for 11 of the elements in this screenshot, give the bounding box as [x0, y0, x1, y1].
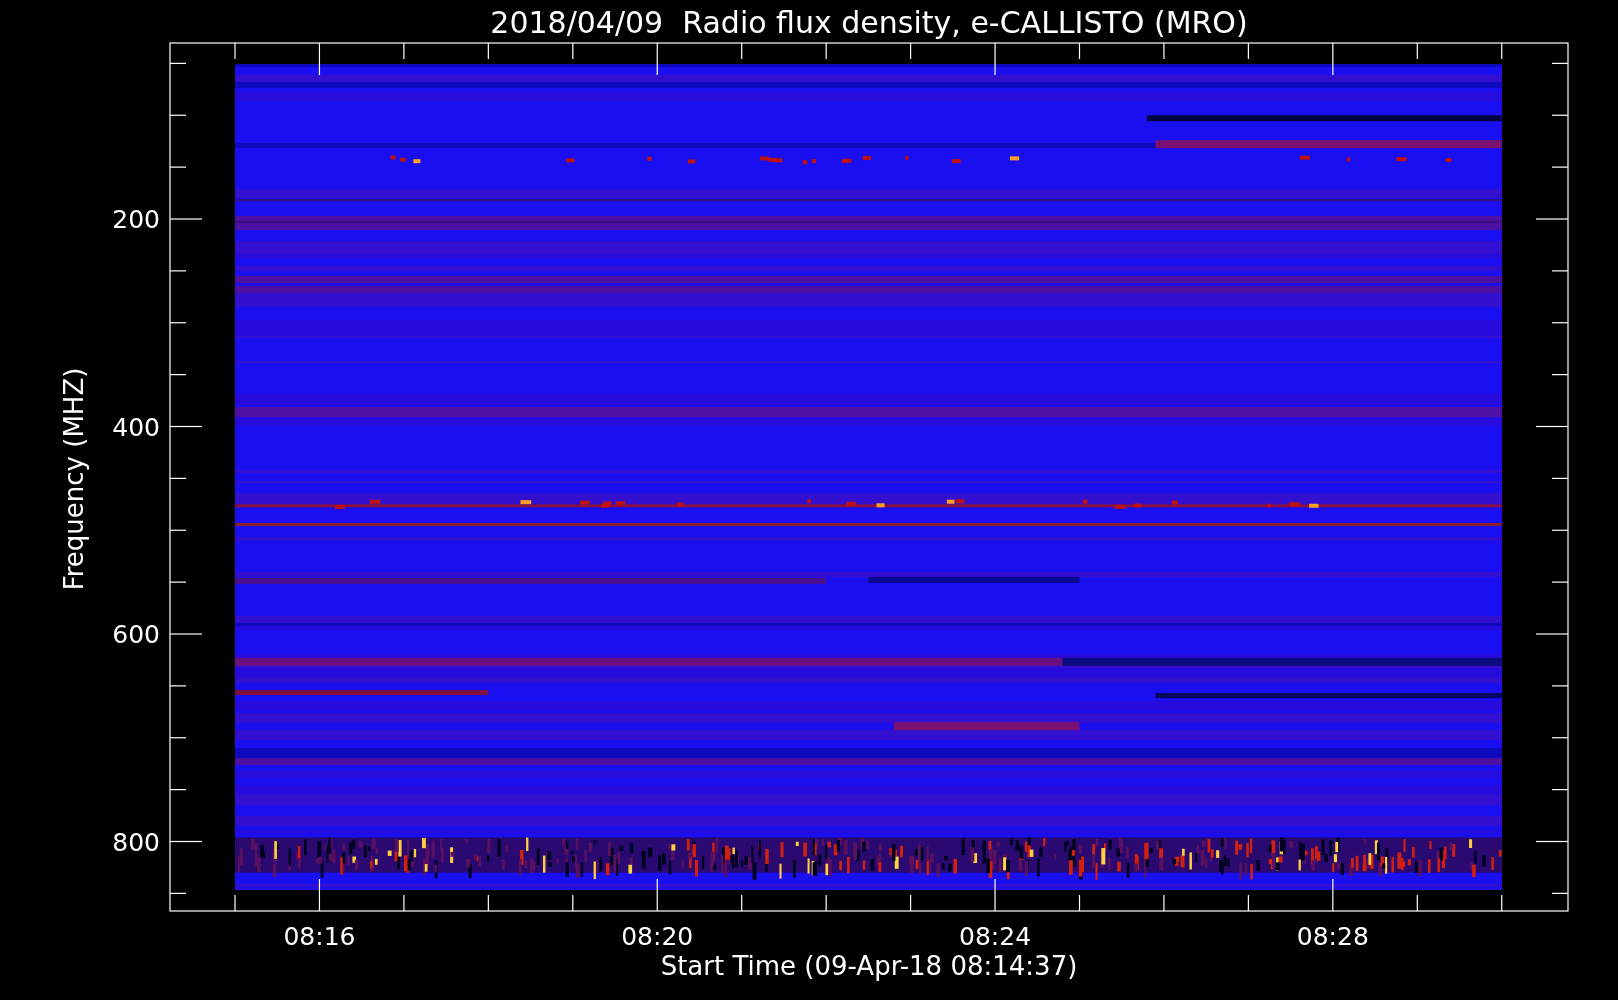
y-tick-label: 400 [112, 412, 160, 442]
x-tick-label: 08:24 [959, 922, 1032, 951]
x-tick-label: 08:20 [621, 922, 694, 951]
y-axis-label: Frequency (MHZ) [59, 367, 89, 591]
y-tick-label: 600 [112, 620, 160, 649]
x-tick-label: 08:16 [283, 922, 356, 951]
chart-title: 2018/04/09 Radio flux density, e-CALLISTO (MRO) [490, 5, 1248, 40]
y-tick-label: 200 [112, 205, 160, 234]
x-axis-label: Start Time (09-Apr-18 08:14:37) [660, 951, 1078, 981]
y-tick-label: 800 [112, 827, 160, 857]
x-tick-label: 08:28 [1296, 922, 1369, 951]
